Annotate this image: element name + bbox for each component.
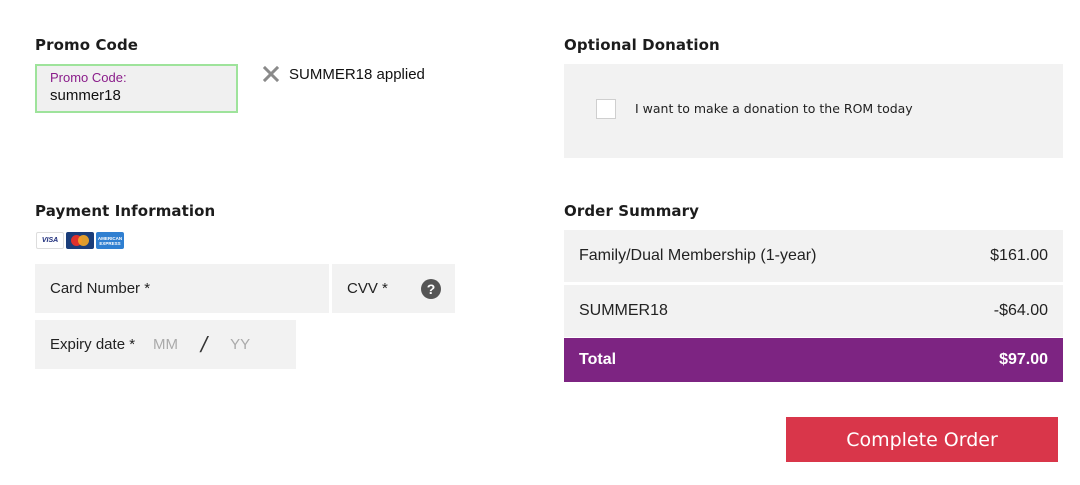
cvv-placeholder: CVV * bbox=[347, 280, 388, 297]
promo-code-title: Promo Code bbox=[35, 36, 139, 54]
summary-line-item: Family/Dual Membership (1-year) $161.00 bbox=[564, 230, 1063, 282]
help-icon[interactable]: ? bbox=[421, 279, 441, 299]
promo-code-value[interactable]: summer18 bbox=[50, 87, 223, 105]
donation-title: Optional Donation bbox=[564, 36, 720, 54]
line-item-label: Family/Dual Membership (1-year) bbox=[579, 247, 817, 264]
order-summary-title: Order Summary bbox=[564, 202, 700, 220]
visa-icon: VISA bbox=[36, 232, 64, 249]
expiry-separator: / bbox=[198, 331, 210, 357]
total-label: Total bbox=[579, 351, 617, 368]
card-number-input[interactable]: Card Number * bbox=[35, 264, 329, 313]
expiry-date-label: Expiry date * bbox=[50, 336, 136, 353]
expiry-date-field[interactable]: Expiry date * MM / YY bbox=[35, 320, 296, 369]
discount-label: SUMMER18 bbox=[579, 302, 668, 319]
complete-order-button[interactable]: Complete Order bbox=[786, 417, 1058, 462]
promo-applied-status: SUMMER18 applied bbox=[262, 63, 425, 85]
promo-applied-text: SUMMER18 applied bbox=[289, 65, 425, 83]
summary-total-row: Total $97.00 bbox=[564, 338, 1063, 382]
donation-checkbox-label[interactable]: I want to make a donation to the ROM tod… bbox=[635, 101, 913, 116]
cvv-input[interactable]: CVV * ? bbox=[332, 264, 455, 313]
card-number-placeholder: Card Number * bbox=[50, 280, 151, 297]
line-item-amount: $161.00 bbox=[990, 247, 1048, 264]
donation-checkbox[interactable] bbox=[596, 99, 616, 119]
promo-code-field[interactable]: Promo Code: summer18 bbox=[35, 64, 238, 113]
mastercard-icon bbox=[66, 232, 94, 249]
expiry-month-input[interactable]: MM bbox=[153, 336, 178, 353]
summary-discount-item: SUMMER18 -$64.00 bbox=[564, 285, 1063, 337]
accepted-cards: VISA AMERICAN EXPRESS bbox=[36, 232, 124, 249]
amex-icon: AMERICAN EXPRESS bbox=[96, 232, 124, 249]
close-icon[interactable] bbox=[262, 65, 280, 83]
total-amount: $97.00 bbox=[999, 351, 1048, 368]
discount-amount: -$64.00 bbox=[993, 302, 1048, 319]
expiry-year-input[interactable]: YY bbox=[230, 336, 250, 353]
promo-code-label: Promo Code: bbox=[50, 70, 127, 85]
payment-title: Payment Information bbox=[35, 202, 216, 220]
donation-panel: I want to make a donation to the ROM tod… bbox=[564, 64, 1063, 158]
